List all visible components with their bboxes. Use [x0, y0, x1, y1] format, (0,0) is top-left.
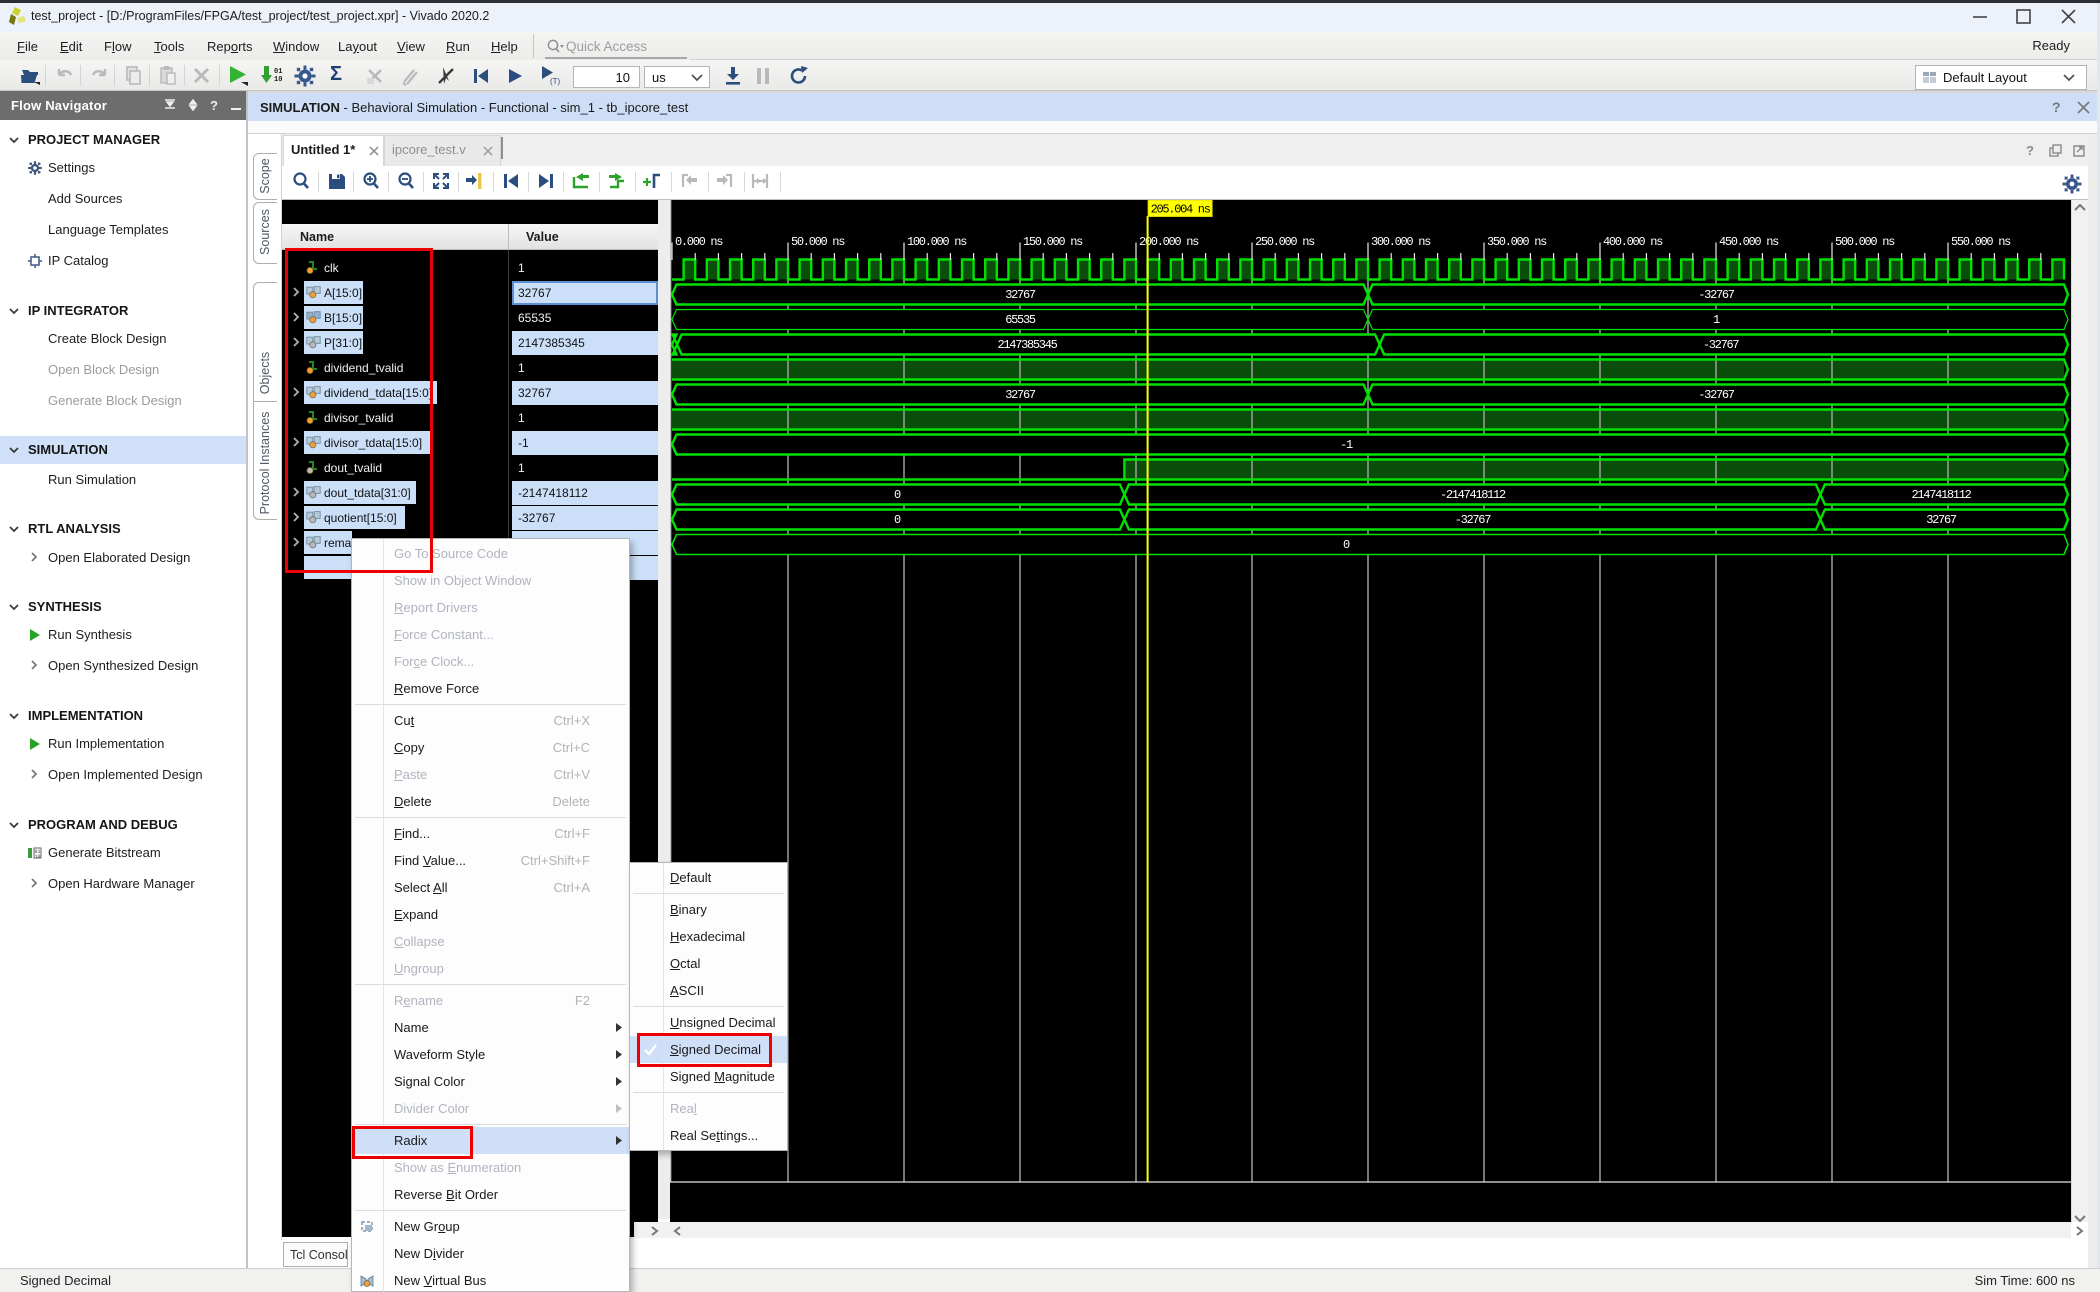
svg-text:400.000 ns: 400.000 ns: [1603, 235, 1663, 249]
svg-text:50.000 ns: 50.000 ns: [791, 235, 845, 249]
svg-text:32767: 32767: [1005, 288, 1036, 302]
svg-text:-32767: -32767: [1455, 513, 1492, 527]
svg-text:100.000 ns: 100.000 ns: [907, 235, 967, 249]
svg-text:500.000 ns: 500.000 ns: [1835, 235, 1895, 249]
svg-text:?: ?: [2052, 99, 2061, 115]
svg-text:250.000 ns: 250.000 ns: [1255, 235, 1315, 249]
svg-text:?: ?: [210, 98, 218, 113]
svg-text:2147385345: 2147385345: [997, 338, 1057, 352]
svg-text:550.000 ns: 550.000 ns: [1951, 235, 2011, 249]
svg-text:10: 10: [35, 854, 41, 860]
svg-text:2147418112: 2147418112: [1911, 488, 1971, 502]
svg-text:-32767: -32767: [1698, 388, 1735, 402]
svg-text:-2147418112: -2147418112: [1440, 488, 1506, 502]
svg-text:10: 10: [274, 76, 282, 84]
svg-text:32767: 32767: [1926, 513, 1957, 527]
svg-text:300.000 ns: 300.000 ns: [1371, 235, 1431, 249]
svg-text:-1: -1: [1340, 438, 1353, 452]
svg-text:(T): (T): [550, 77, 561, 86]
svg-text:65535: 65535: [1005, 313, 1036, 327]
svg-text:-32767: -32767: [1703, 338, 1740, 352]
svg-text:01: 01: [274, 68, 282, 76]
svg-text:205.004 ns: 205.004 ns: [1151, 203, 1211, 217]
svg-text:150.000 ns: 150.000 ns: [1023, 235, 1083, 249]
svg-text:450.000 ns: 450.000 ns: [1719, 235, 1779, 249]
svg-text:32767: 32767: [1005, 388, 1036, 402]
svg-text:350.000 ns: 350.000 ns: [1487, 235, 1547, 249]
svg-text:?: ?: [2026, 143, 2034, 158]
svg-text:0.000 ns: 0.000 ns: [675, 235, 723, 249]
svg-text:-32767: -32767: [1698, 288, 1735, 302]
